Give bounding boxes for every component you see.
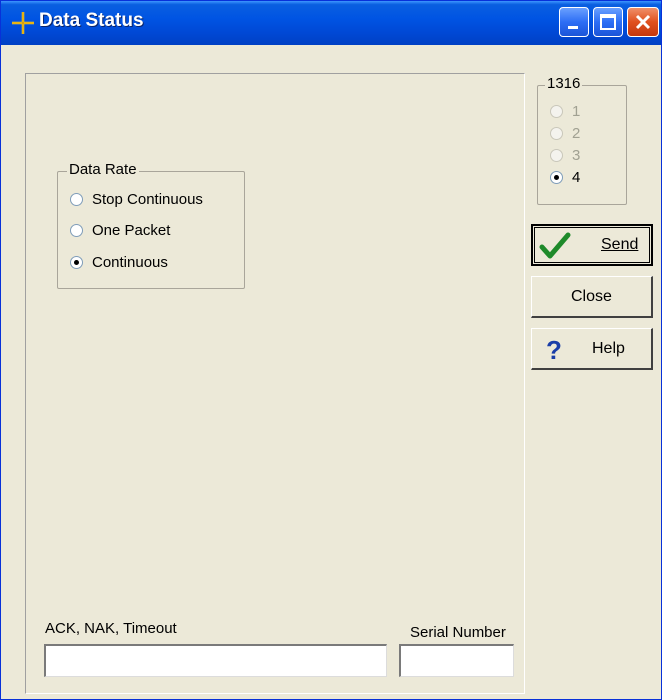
status-textbox[interactable]: [44, 644, 387, 677]
radio-device-4-label: 4: [572, 168, 581, 186]
radio-device-3-label: 3: [572, 146, 581, 164]
help-button-label: Help: [592, 340, 625, 357]
radio-one-packet-label: One Packet: [92, 221, 171, 239]
radio-device-1[interactable]: 1: [550, 100, 580, 122]
radio-device-2-label: 2: [572, 124, 581, 142]
data-rate-group-label: Data Rate: [67, 161, 139, 178]
question-mark-icon: ?: [546, 335, 562, 363]
checkmark-icon: [539, 232, 571, 259]
crosshair-icon: [12, 12, 34, 34]
svg-text:?: ?: [546, 335, 562, 363]
serial-number-label: Serial Number: [410, 624, 506, 641]
radio-button[interactable]: [70, 255, 83, 269]
status-label: ACK, NAK, Timeout: [45, 620, 177, 637]
window-title: Data Status: [39, 10, 144, 31]
radio-button[interactable]: [550, 104, 563, 118]
radio-stop-continuous-label: Stop Continuous: [92, 190, 203, 208]
radio-button[interactable]: [550, 126, 563, 140]
close-window-button[interactable]: [627, 7, 659, 37]
radio-device-4[interactable]: 4: [550, 166, 580, 188]
title-bar[interactable]: Data Status: [1, 1, 661, 45]
minimize-icon: [568, 26, 578, 29]
radio-device-1-label: 1: [572, 102, 581, 120]
close-button[interactable]: Close: [531, 276, 653, 318]
radio-button[interactable]: [70, 223, 83, 237]
radio-button[interactable]: [550, 148, 563, 162]
radio-stop-continuous[interactable]: Stop Continuous: [70, 188, 203, 210]
radio-device-3[interactable]: 3: [550, 144, 580, 166]
radio-button[interactable]: [70, 192, 83, 206]
close-button-label: Close: [571, 288, 612, 305]
help-button[interactable]: ? Help: [531, 328, 653, 370]
radio-continuous-label: Continuous: [92, 253, 168, 271]
radio-one-packet[interactable]: One Packet: [70, 219, 170, 241]
close-icon: [635, 14, 651, 30]
radio-device-2[interactable]: 2: [550, 122, 580, 144]
radio-continuous[interactable]: Continuous: [70, 251, 168, 273]
send-button-label: Send: [601, 236, 639, 253]
send-button[interactable]: Send: [531, 224, 653, 266]
maximize-button[interactable]: [593, 7, 623, 37]
maximize-icon: [600, 14, 616, 30]
minimize-button[interactable]: [559, 7, 589, 37]
serial-number-textbox[interactable]: [399, 644, 514, 677]
data-status-window: Data Status Data Rate Stop Continuous On…: [0, 0, 662, 700]
radio-button[interactable]: [550, 170, 563, 184]
device-group-label: 1316: [545, 75, 583, 92]
